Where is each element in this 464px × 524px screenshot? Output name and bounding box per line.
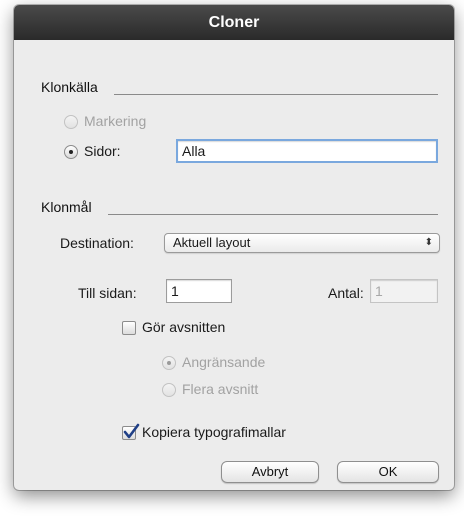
to-page-input[interactable]: 1: [166, 279, 232, 303]
radio-sidor-label: Sidor:: [84, 143, 121, 159]
radio-selected-dot: [69, 150, 73, 154]
source-section-divider: [114, 94, 438, 95]
count-label: Antal:: [328, 285, 364, 301]
radio-selected-dot: [167, 361, 171, 365]
make-sections-checkbox[interactable]: [122, 321, 136, 335]
cancel-button[interactable]: Avbryt: [221, 461, 319, 483]
destination-label: Destination:: [60, 235, 134, 251]
cloner-dialog: Cloner Klonkälla Markering Sidor: Alla K…: [14, 5, 454, 490]
select-arrows-icon: ⬍: [424, 237, 433, 248]
make-sections-label: Gör avsnitten: [142, 319, 226, 335]
destination-select[interactable]: Aktuell layout ⬍: [164, 233, 440, 253]
checkmark-icon: [123, 423, 140, 439]
count-input[interactable]: 1: [370, 279, 438, 303]
radio-markering[interactable]: [64, 115, 78, 129]
to-page-label: Till sidan:: [78, 285, 137, 301]
dialog-titlebar[interactable]: Cloner: [14, 5, 454, 40]
radio-markering-label: Markering: [84, 113, 147, 129]
destination-value: Aktuell layout: [173, 235, 251, 250]
ok-button[interactable]: OK: [337, 461, 439, 483]
radio-angransande-label: Angränsande: [182, 354, 266, 370]
copy-styles-checkbox[interactable]: [122, 423, 140, 440]
copy-styles-label: Kopiera typografimallar: [142, 424, 286, 440]
radio-flera-avsnitt-label: Flera avsnitt: [182, 381, 259, 397]
pages-input[interactable]: Alla: [176, 139, 438, 163]
target-section-title: Klonmål: [41, 199, 92, 215]
dialog-title: Cloner: [208, 14, 260, 31]
radio-sidor[interactable]: [64, 145, 78, 159]
radio-angransande[interactable]: [162, 356, 176, 370]
target-section-divider: [108, 214, 438, 215]
source-section-title: Klonkälla: [41, 79, 98, 95]
radio-flera-avsnitt[interactable]: [162, 383, 176, 397]
